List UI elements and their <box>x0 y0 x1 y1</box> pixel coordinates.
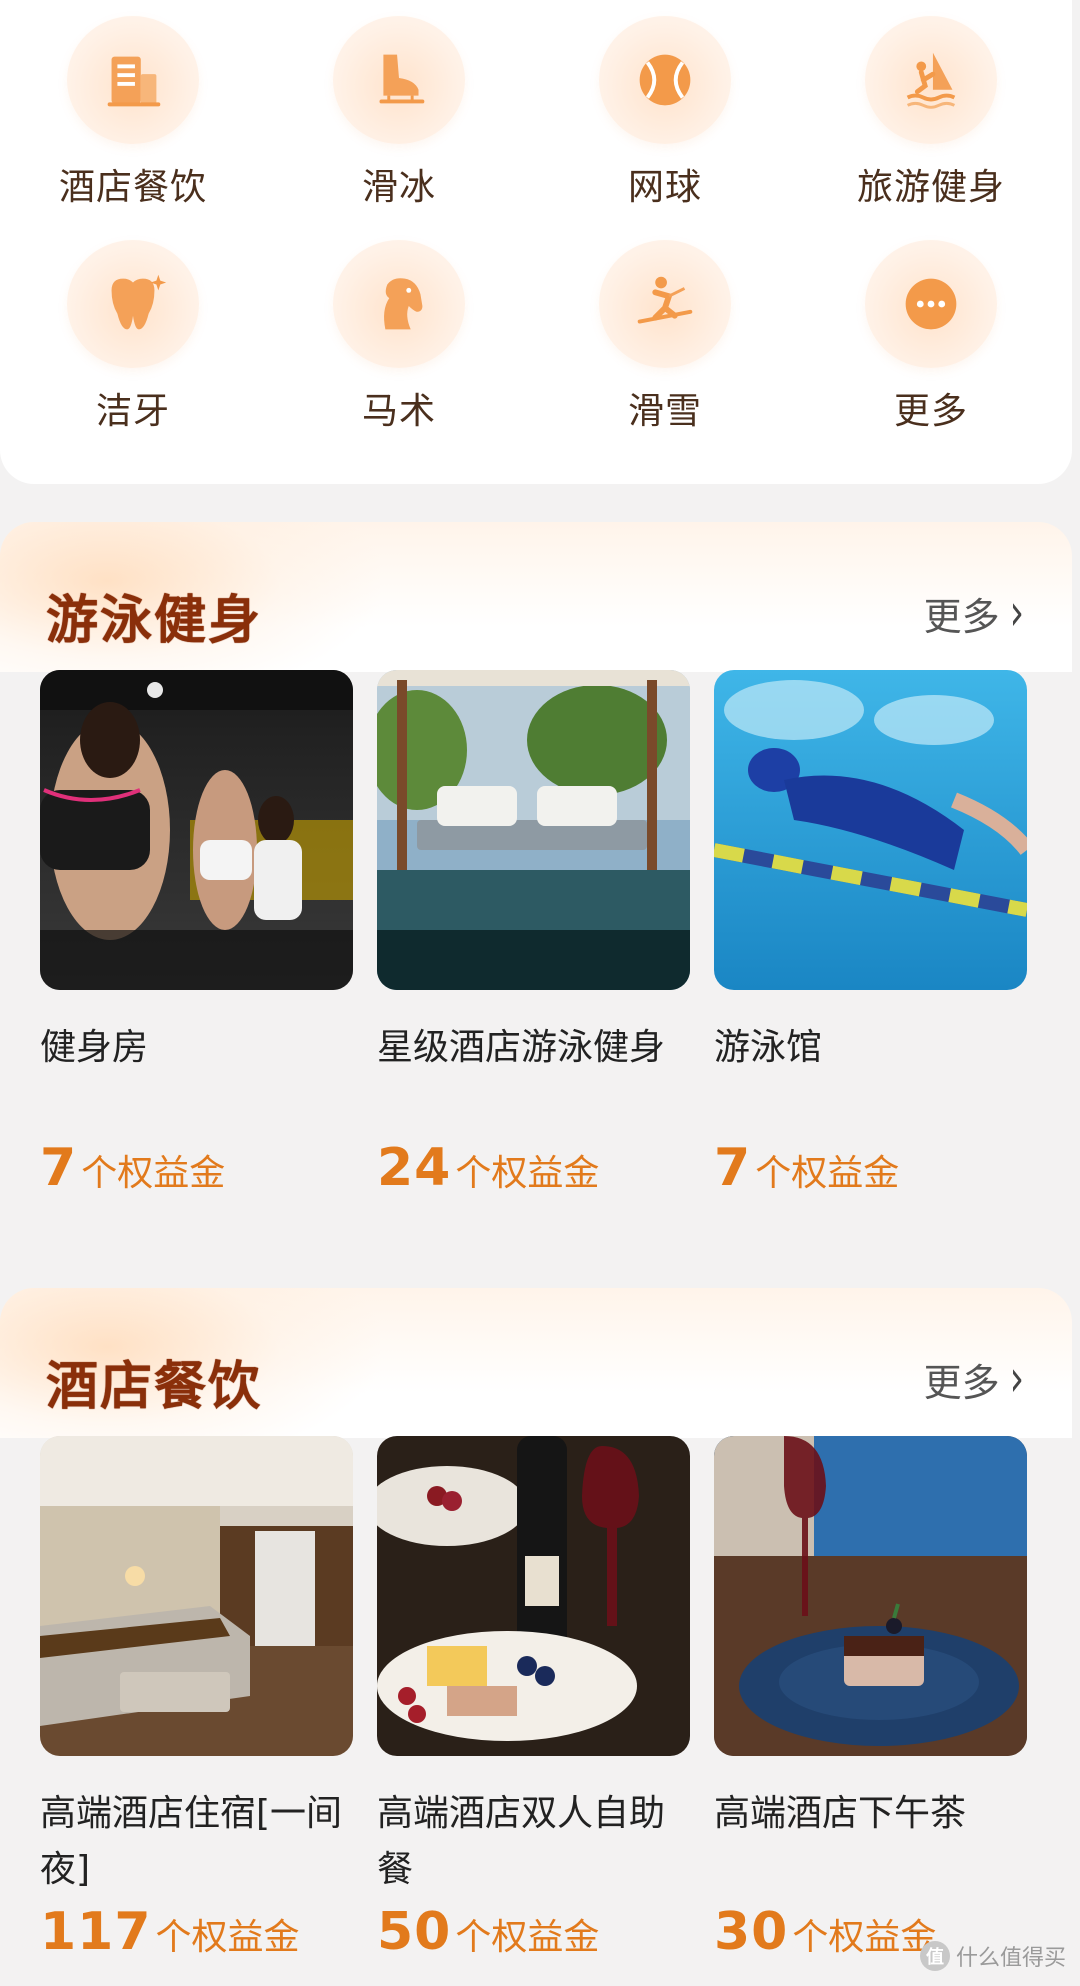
price-count: 24 <box>377 1138 452 1198</box>
product-card[interactable]: 星级酒店游泳健身 24 个权益金 <box>377 670 690 1198</box>
watermark-logo-icon: 值 <box>919 1941 950 1971</box>
category-tennis[interactable]: 网球 <box>550 0 780 210</box>
category-label: 网球 <box>627 167 702 208</box>
category-label: 酒店餐饮 <box>58 167 207 208</box>
price-unit: 个权益金 <box>81 1153 226 1194</box>
price-count: 117 <box>40 1902 152 1962</box>
tooth-sparkle-icon <box>67 240 199 368</box>
product-price: 30 个权益金 <box>714 1902 936 1962</box>
ice-skate-icon <box>333 16 465 144</box>
product-name: 健身房 <box>40 1027 149 1068</box>
hotel-building-icon <box>67 16 199 144</box>
watermark: 值 什么值得买 <box>919 1940 1066 1972</box>
price-unit: 个权益金 <box>792 1917 937 1958</box>
category-teeth-cleaning[interactable]: 洁牙 <box>18 224 248 434</box>
product-name: 高端酒店下午茶 <box>714 1793 967 1834</box>
category-grid: 酒店餐饮 滑冰 网球 旅游健身 洁牙 马术 滑雪 更多 <box>0 0 1072 484</box>
price-unit: 个权益金 <box>455 1917 600 1958</box>
category-label: 洁牙 <box>95 391 170 432</box>
category-hotel-dining[interactable]: 酒店餐饮 <box>18 0 248 210</box>
product-card[interactable]: 高端酒店下午茶 30 个权益金 <box>714 1436 1027 1962</box>
price-count: 30 <box>714 1902 789 1962</box>
afternoon-tea-photo <box>714 1436 1027 1756</box>
hotel-room-photo <box>40 1436 353 1756</box>
more-link[interactable]: 更多 › <box>923 584 1024 643</box>
product-price: 7 个权益金 <box>714 1138 899 1198</box>
price-unit: 个权益金 <box>455 1153 600 1194</box>
gym-treadmill-photo <box>40 670 353 990</box>
buffet-wine-photo <box>377 1436 690 1756</box>
tennis-ball-icon <box>599 16 731 144</box>
poolside-cabana-photo <box>377 670 690 990</box>
product-card[interactable]: 高端酒店双人自助餐 50 个权益金 <box>377 1436 690 1962</box>
skier-icon <box>599 240 731 368</box>
section-title: 游泳健身 <box>46 591 263 651</box>
windsurf-icon <box>865 16 997 144</box>
product-card[interactable]: 健身房 7 个权益金 <box>40 670 353 1198</box>
horse-head-icon <box>333 240 465 368</box>
category-skiing[interactable]: 滑雪 <box>550 224 780 434</box>
swimmer-photo <box>714 670 1027 990</box>
price-count: 7 <box>714 1138 752 1198</box>
product-name: 星级酒店游泳健身 <box>377 1027 666 1068</box>
price-count: 50 <box>377 1902 452 1962</box>
product-price: 24 个权益金 <box>377 1138 599 1198</box>
product-price: 50 个权益金 <box>377 1902 599 1962</box>
chevron-right-icon: › <box>1009 1350 1024 1409</box>
product-name: 游泳馆 <box>714 1027 823 1068</box>
watermark-text: 什么值得买 <box>955 1946 1066 1971</box>
product-price: 7 个权益金 <box>40 1138 225 1198</box>
category-travel-fitness[interactable]: 旅游健身 <box>816 0 1046 210</box>
more-dots-icon <box>865 240 997 368</box>
product-card[interactable]: 高端酒店住宿[一间夜] 117 个权益金 <box>40 1436 353 1962</box>
product-card[interactable]: 游泳馆 7 个权益金 <box>714 670 1027 1198</box>
section-header-hotel-dining: 酒店餐饮 更多 › <box>0 1288 1072 1438</box>
price-unit: 个权益金 <box>155 1917 300 1958</box>
category-more[interactable]: 更多 <box>816 224 1046 434</box>
category-equestrian[interactable]: 马术 <box>284 224 514 434</box>
product-price: 117 个权益金 <box>40 1902 300 1962</box>
more-label: 更多 <box>923 1361 1000 1405</box>
price-count: 7 <box>40 1138 78 1198</box>
category-label: 滑冰 <box>361 167 436 208</box>
product-name: 高端酒店住宿[一间夜] <box>40 1793 343 1890</box>
category-label: 更多 <box>893 391 968 432</box>
category-label: 马术 <box>361 391 436 432</box>
category-skating[interactable]: 滑冰 <box>284 0 514 210</box>
more-link[interactable]: 更多 › <box>923 1350 1024 1409</box>
section-header-swim-fitness: 游泳健身 更多 › <box>0 522 1072 672</box>
category-label: 旅游健身 <box>856 167 1005 208</box>
category-label: 滑雪 <box>627 391 702 432</box>
more-label: 更多 <box>923 595 1000 639</box>
section-title: 酒店餐饮 <box>46 1357 263 1417</box>
chevron-right-icon: › <box>1009 584 1024 643</box>
product-name: 高端酒店双人自助餐 <box>377 1793 666 1890</box>
price-unit: 个权益金 <box>755 1153 900 1194</box>
